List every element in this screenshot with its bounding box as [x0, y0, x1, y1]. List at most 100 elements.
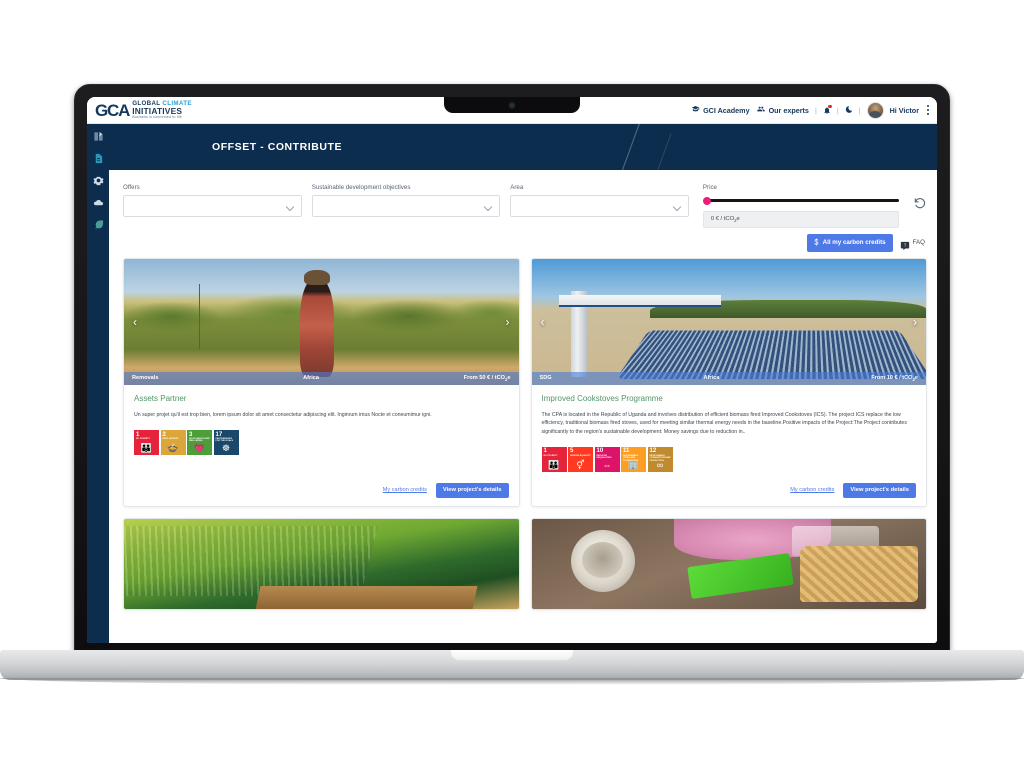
all-my-carbon-credits-button[interactable]: All my carbon credits: [806, 233, 893, 252]
sdg-glyph: ⚥: [576, 459, 585, 470]
card-body: Improved Cookstoves Programme The CPA is…: [532, 385, 927, 506]
divider-3: |: [858, 105, 861, 115]
brand-logo[interactable]: GCA GLOBAL CLIMATE INITIATIVES Business …: [93, 100, 192, 120]
sdg-badge-17[interactable]: 17 PARTNERSHIPS FOR THE GOALS ☸: [213, 430, 239, 456]
sidebar-item-settings[interactable]: [93, 175, 104, 186]
main-content: OFFSET - CONTRIBUTE Offers Sustainable d…: [109, 124, 937, 643]
price-value: 0 € / tCO: [710, 215, 735, 222]
sdg-number: 3: [189, 431, 193, 438]
sidebar: [87, 124, 109, 643]
divider-1: |: [814, 105, 817, 115]
filter-sdo-select[interactable]: [311, 194, 501, 217]
reset-filters-icon[interactable]: [913, 196, 927, 210]
avatar[interactable]: [866, 101, 884, 119]
price-slider[interactable]: [702, 196, 900, 206]
chat-bubble-icon: ?: [900, 238, 910, 251]
all-my-carbon-credits-label: All my carbon credits: [822, 239, 886, 247]
view-project-details-button[interactable]: View project's details: [435, 482, 509, 498]
webcam-notch: [444, 97, 580, 113]
sidebar-item-reports[interactable]: [93, 131, 104, 142]
nav-our-experts[interactable]: Our experts: [756, 105, 809, 115]
screen: GCA GLOBAL CLIMATE INITIATIVES Business …: [87, 97, 937, 643]
my-carbon-credits-link[interactable]: My carbon credits: [790, 487, 834, 493]
sdg-badge-5[interactable]: 5 GENDER EQUALITY ⚥: [568, 446, 593, 472]
my-carbon-credits-link[interactable]: My carbon credits: [383, 487, 427, 493]
nav-gci-academy[interactable]: GCI Academy: [691, 105, 750, 115]
carousel-prev-icon[interactable]: ‹: [129, 316, 141, 328]
laptop-base: [0, 650, 1024, 680]
sdg-badge-10[interactable]: 10 REDUCED INEQUALITIES ⇔: [594, 446, 620, 472]
faq-button[interactable]: ? FAQ: [900, 238, 925, 251]
project-card[interactable]: [123, 517, 520, 610]
sdg-number: 10: [596, 448, 604, 455]
sidebar-item-leaf[interactable]: [93, 219, 104, 230]
sdg-glyph: 🏢: [627, 459, 640, 470]
sdg-badge-row: 1 NO POVERTY 👪 2 ZERO HUNGER 🍲 3 GOOD HE…: [134, 430, 509, 456]
project-photo-farm: [124, 518, 519, 609]
sidebar-item-cloud[interactable]: [93, 197, 104, 208]
view-project-details-button[interactable]: View project's details: [843, 482, 916, 498]
sdg-name: GENDER EQUALITY: [570, 454, 591, 457]
divider-2: |: [836, 105, 839, 115]
filter-area: Area: [510, 184, 689, 217]
sdg-name: ZERO HUNGER: [162, 438, 179, 441]
sdg-badge-1[interactable]: 1 NO POVERTY 👪: [134, 430, 159, 456]
moon-icon[interactable]: [845, 105, 853, 116]
card-price: From 50 € / tCO2e: [463, 374, 511, 382]
dollar-icon: [814, 238, 819, 248]
filter-price-label: Price: [702, 184, 717, 191]
card-media: ‹ › SDG Africa From 10 € / tCO2e: [531, 258, 926, 385]
sdg-number: 2: [162, 431, 166, 438]
filter-sdo-label: Sustainable development objectives: [311, 184, 411, 191]
card-title: Assets Partner: [134, 393, 187, 403]
filter-offers-select[interactable]: [123, 194, 302, 217]
card-body: Assets Partner Un super projet qu'il est…: [124, 385, 519, 506]
sdg-number: 17: [215, 431, 223, 438]
laptop-bezel: GCA GLOBAL CLIMATE INITIATIVES Business …: [87, 97, 937, 643]
sdg-glyph: 💗: [193, 443, 206, 454]
nav-gci-academy-label: GCI Academy: [703, 105, 750, 115]
kebab-menu-icon[interactable]: [925, 105, 931, 115]
chevron-down-icon: [485, 204, 492, 208]
project-photo-waste: [531, 518, 926, 609]
filter-offers: Offers: [123, 184, 302, 217]
faq-label: FAQ: [912, 239, 925, 247]
card-media: [124, 518, 519, 609]
graduation-cap-icon: [691, 105, 700, 115]
sdg-badge-12[interactable]: 12 RESPONSIBLE CONSUMPTION AND PRODUCTIO…: [647, 446, 673, 472]
sdg-name: GOOD HEALTH AND WELL-BEING: [189, 438, 210, 443]
app-body: OFFSET - CONTRIBUTE Offers Sustainable d…: [87, 124, 937, 643]
price-value-suffix: e: [736, 215, 740, 222]
filter-area-select[interactable]: [510, 194, 689, 217]
price-slider-thumb[interactable]: [702, 196, 711, 205]
project-card[interactable]: [530, 517, 927, 610]
sdg-glyph: 👪: [548, 459, 560, 470]
logo-mark: GCA: [95, 100, 130, 120]
carousel-next-icon[interactable]: ›: [909, 316, 921, 328]
sdg-badge-2[interactable]: 2 ZERO HUNGER 🍲: [160, 430, 186, 456]
card-price: From 10 € / tCO2e: [871, 374, 918, 382]
card-meta-bar: Removals Africa From 50 € / tCO2e: [124, 371, 519, 385]
carousel-next-icon[interactable]: ›: [502, 316, 514, 328]
card-title: Improved Cookstoves Programme: [541, 393, 663, 403]
bell-icon[interactable]: [823, 104, 832, 115]
sdg-badge-1[interactable]: 1 NO POVERTY 👪: [541, 446, 567, 472]
sdg-badge-3[interactable]: 3 GOOD HEALTH AND WELL-BEING 💗: [187, 430, 212, 456]
nav-our-experts-label: Our experts: [768, 105, 809, 115]
project-card[interactable]: ‹ › Removals Africa From 50 € / tCO2e As…: [123, 257, 520, 507]
laptop-base-shadow: [0, 678, 1024, 685]
sdg-name: PARTNERSHIPS FOR THE GOALS: [215, 438, 234, 443]
filter-price: Price 0 € / tCO2e: [702, 184, 900, 228]
sidebar-item-document[interactable]: [93, 153, 104, 164]
laptop-lid: GCA GLOBAL CLIMATE INITIATIVES Business …: [74, 84, 950, 656]
card-region: Africa: [703, 375, 720, 382]
project-card[interactable]: ‹ › SDG Africa From 10 € / tCO2e Improve…: [530, 257, 927, 507]
sdg-badge-11[interactable]: 11 SUSTAINABLE CITIES AND COMMUNITIES 🏢: [621, 446, 646, 472]
sdg-name: NO POVERTY: [543, 454, 558, 457]
carousel-prev-icon[interactable]: ‹: [537, 316, 549, 328]
sdg-badge-row: 1 NO POVERTY 👪 5 GENDER EQUALITY ⚥ 10 RE…: [541, 446, 917, 472]
card-meta-bar: SDG Africa From 10 € / tCO2e: [531, 371, 926, 385]
sdg-glyph: ∞: [656, 459, 664, 470]
card-description: The CPA is located in the Republic of Ug…: [541, 411, 907, 435]
sdg-glyph: ☸: [221, 443, 231, 454]
